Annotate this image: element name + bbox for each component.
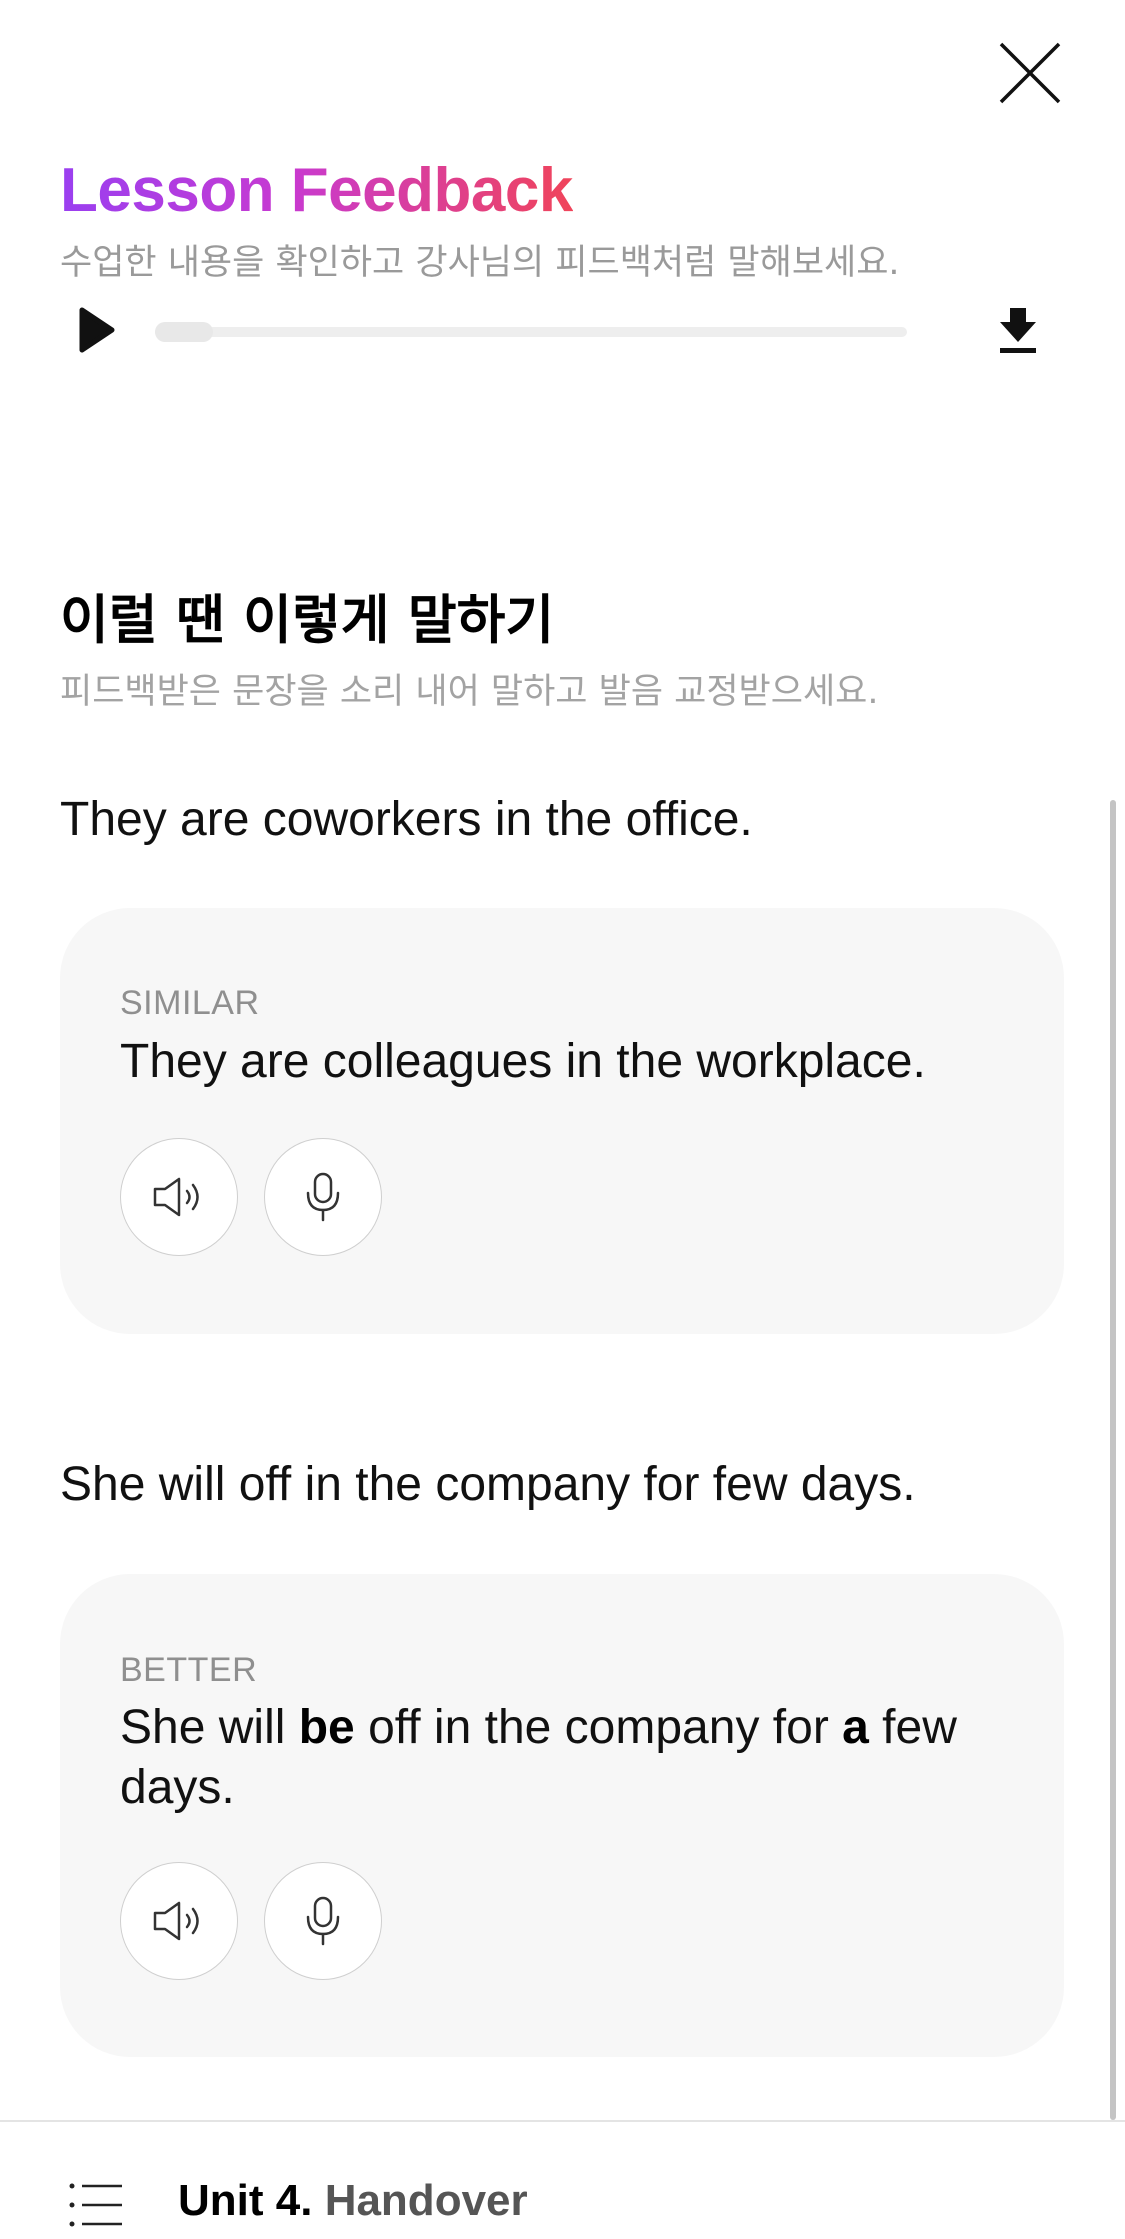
section-title: 이럴 땐 이렇게 말하기 bbox=[60, 590, 555, 651]
feedback-card: BETTER She will be off in the company fo… bbox=[60, 1574, 1064, 2057]
record-button[interactable] bbox=[264, 1138, 382, 1256]
feedback-label: BETTER bbox=[120, 1651, 258, 1689]
feedback-card: SIMILAR They are colleagues in the workp… bbox=[60, 908, 1064, 1334]
corrected-word: be bbox=[298, 1701, 355, 1754]
audio-progress-thumb[interactable] bbox=[155, 322, 213, 342]
speaker-icon bbox=[153, 1901, 199, 1941]
unit-name: Handover bbox=[324, 2176, 528, 2225]
microphone-icon bbox=[306, 1172, 340, 1222]
sentence-part: She will bbox=[120, 1701, 299, 1754]
sentence-part: off in the company for bbox=[354, 1701, 843, 1754]
scrollbar[interactable] bbox=[1110, 800, 1116, 2120]
section-subtitle: 피드백받은 문장을 소리 내어 말하고 발음 교정받으세요. bbox=[60, 672, 879, 712]
close-icon bbox=[999, 42, 1061, 104]
bottom-bar bbox=[0, 2120, 1125, 2239]
original-sentence: They are coworkers in the office. bbox=[60, 793, 753, 846]
page-subtitle: 수업한 내용을 확인하고 강사님의 피드백처럼 말해보세요. bbox=[60, 243, 900, 283]
close-button[interactable] bbox=[995, 38, 1065, 108]
corrected-word: a bbox=[842, 1701, 869, 1754]
page-title: Lesson Feedback bbox=[60, 156, 573, 225]
listen-button[interactable] bbox=[120, 1862, 238, 1980]
speaker-icon bbox=[153, 1177, 199, 1217]
play-icon bbox=[79, 307, 115, 353]
suggested-sentence: They are colleagues in the workplace. bbox=[120, 1035, 926, 1088]
record-button[interactable] bbox=[264, 1862, 382, 1980]
download-button[interactable] bbox=[994, 300, 1042, 360]
audio-progress-bar[interactable] bbox=[155, 322, 907, 342]
feedback-label: SIMILAR bbox=[120, 984, 260, 1022]
microphone-icon bbox=[306, 1896, 340, 1946]
unit-title[interactable]: Unit 4. Handover bbox=[178, 2176, 528, 2226]
play-button[interactable] bbox=[72, 300, 122, 360]
menu-button[interactable] bbox=[68, 2180, 124, 2230]
list-menu-icon bbox=[69, 2183, 122, 2227]
unit-number: Unit 4. bbox=[178, 2176, 313, 2225]
original-sentence: She will off in the company for few days… bbox=[60, 1458, 916, 1511]
suggested-sentence: She will be off in the company for a few… bbox=[120, 1698, 1020, 1818]
download-icon bbox=[1000, 308, 1036, 353]
listen-button[interactable] bbox=[120, 1138, 238, 1256]
